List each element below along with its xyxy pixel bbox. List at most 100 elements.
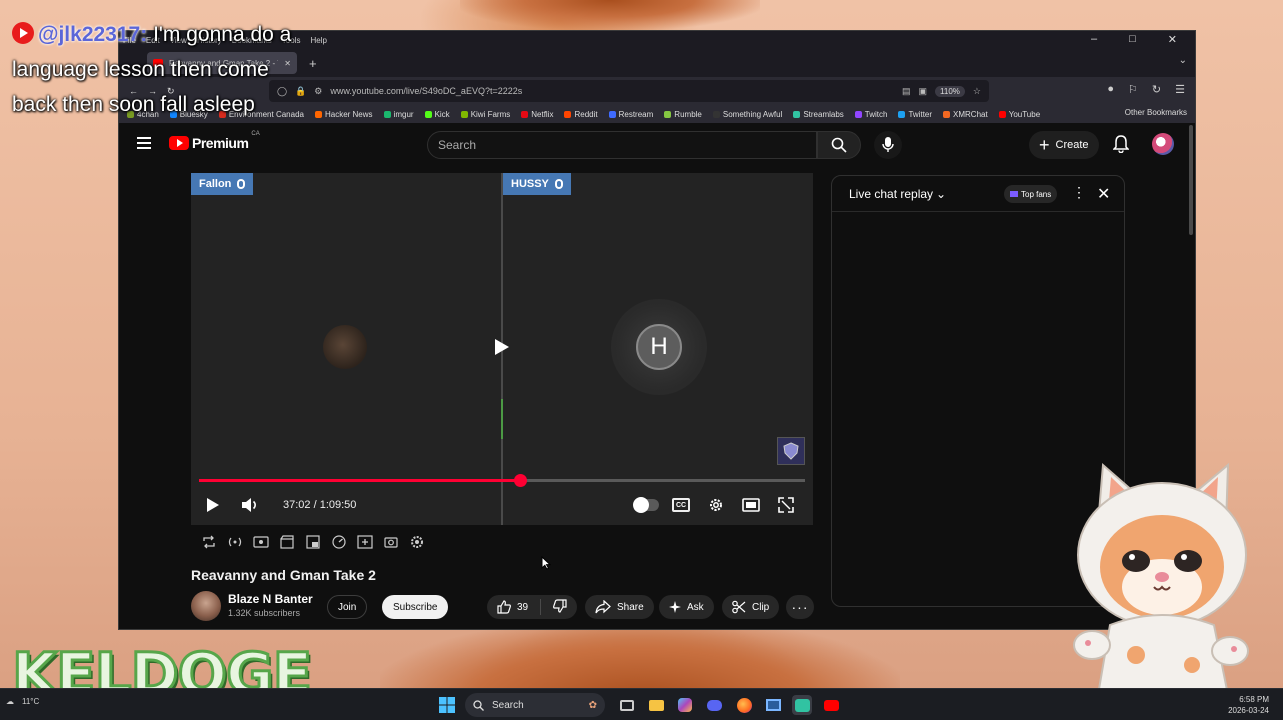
create-button[interactable]: + Create — [1029, 131, 1099, 159]
account-avatar[interactable] — [1152, 133, 1174, 155]
streamlabs-button[interactable] — [792, 695, 812, 715]
permissions-icon[interactable]: ⚙ — [314, 86, 322, 97]
volume-button[interactable] — [239, 491, 261, 519]
like-button[interactable]: 39 — [497, 600, 528, 614]
other-bookmarks-folder[interactable]: Other Bookmarks — [1125, 108, 1187, 117]
play-button[interactable] — [203, 491, 223, 519]
clip-button[interactable]: Clip — [722, 595, 780, 619]
voice-search-button[interactable] — [874, 131, 902, 159]
add-frame-icon[interactable] — [355, 533, 374, 552]
more-actions-button[interactable]: ··· — [786, 595, 814, 619]
channel-name[interactable]: Blaze N Banter — [228, 592, 313, 606]
top-fans-filter[interactable]: Top fans — [1004, 185, 1058, 203]
bookmark-item[interactable]: Kiwi Farms — [460, 110, 510, 119]
theater-mode-button[interactable] — [739, 491, 763, 519]
speed-gauge-icon[interactable] — [329, 533, 348, 552]
minimize-icon[interactable]: – — [1091, 33, 1097, 46]
reader-view-icon[interactable]: ▤ — [902, 86, 911, 97]
zoom-level[interactable]: 110% — [935, 85, 965, 97]
youtube-premium-logo[interactable]: Premium CA — [169, 131, 260, 151]
dislike-button[interactable] — [553, 598, 567, 616]
progress-scrubber[interactable] — [514, 474, 528, 487]
loop-icon[interactable] — [199, 533, 218, 552]
subscribe-button[interactable]: Subscribe — [382, 595, 449, 619]
broadcast-icon[interactable] — [225, 533, 244, 552]
search-button[interactable] — [817, 131, 861, 159]
bookmark-label: Twitter — [908, 109, 933, 119]
firefox-button[interactable] — [734, 695, 754, 715]
extensions-icon[interactable]: ⚐ — [1128, 83, 1138, 96]
bookmark-item[interactable]: Twitter — [898, 110, 932, 119]
scissors-icon — [732, 600, 746, 614]
bookmark-item[interactable]: Reddit — [564, 109, 598, 119]
page-scrollbar[interactable] — [1189, 125, 1193, 235]
app-menu-icon[interactable]: ☰ — [1175, 83, 1185, 96]
settings-button[interactable] — [704, 491, 728, 519]
bookmark-item[interactable]: Something Awful — [712, 110, 782, 119]
app-button-blue[interactable] — [763, 695, 783, 715]
hamburger-menu-icon[interactable] — [137, 137, 151, 152]
menu-help[interactable]: Help — [310, 36, 326, 45]
bookmark-favicon-icon — [998, 110, 1006, 118]
weather-widget[interactable]: ☁ 11°C — [6, 697, 39, 706]
youtube-app-button[interactable] — [821, 695, 841, 715]
account-icon[interactable]: ● — [1107, 83, 1114, 96]
taskbar-search[interactable]: Search ✿ — [465, 693, 605, 717]
file-explorer-button[interactable] — [646, 695, 666, 715]
bookmark-item[interactable]: XMRChat — [943, 110, 988, 119]
bookmark-item[interactable]: Hacker News — [314, 110, 373, 119]
eye-filter-icon[interactable] — [251, 533, 270, 552]
close-window-icon[interactable]: ✕ — [1168, 33, 1177, 46]
sync-icon[interactable]: ↻ — [1152, 83, 1161, 96]
bookmark-item[interactable]: Rumble — [664, 110, 702, 119]
channel-watermark — [777, 437, 805, 465]
extension-settings-gear-icon[interactable] — [407, 533, 426, 552]
fullscreen-button[interactable] — [774, 491, 798, 519]
pip-icon[interactable]: ▣ — [919, 86, 928, 97]
address-bar[interactable]: ◯ 🔒 ⚙ www.youtube.com/live/S49oDC_aEVQ?t… — [269, 80, 989, 102]
bookmark-item[interactable]: Restream — [608, 110, 653, 119]
bookmark-label: Reddit — [574, 109, 598, 119]
discord-button[interactable] — [704, 695, 724, 715]
task-view-button[interactable] — [617, 695, 637, 715]
youtube-header: Premium CA Search + Create — [119, 123, 1195, 167]
youtube-badge-icon — [12, 22, 34, 44]
bookmark-item[interactable]: YouTube — [998, 110, 1040, 119]
captions-button[interactable]: CC — [669, 491, 693, 519]
tab-list-chevron-icon[interactable]: ⌄ — [1179, 55, 1187, 66]
video-player[interactable]: Fallon HUSSY H 37:02 / 1:09:50 CC — [191, 173, 813, 525]
url-text[interactable]: www.youtube.com/live/S49oDC_aEVQ?t=2222s — [330, 86, 894, 96]
maximize-icon[interactable]: □ — [1129, 33, 1136, 46]
bookmark-item[interactable]: Twitch — [854, 110, 887, 119]
ask-button[interactable]: Ask — [659, 595, 714, 619]
center-play-icon[interactable] — [495, 339, 509, 355]
more-vertical-icon[interactable]: ⋮ — [1072, 185, 1086, 199]
notifications-bell-icon[interactable] — [1112, 135, 1130, 158]
close-chat-icon[interactable]: ✕ — [1097, 184, 1110, 204]
taskbar-clock[interactable]: 6:58 PM 2026-03-24 — [1228, 694, 1269, 716]
bookmark-item[interactable]: Streamlabs — [793, 110, 844, 119]
popout-player-icon[interactable] — [303, 533, 322, 552]
start-button[interactable] — [437, 695, 457, 715]
bookmark-favicon-icon — [314, 110, 322, 118]
wallpaper-art-top — [460, 0, 760, 30]
autoplay-toggle[interactable] — [633, 491, 661, 519]
participant-tag-left: Fallon — [191, 173, 254, 195]
channel-avatar[interactable] — [191, 591, 221, 621]
search-highlight-icon: ✿ — [588, 699, 597, 711]
country-code: CA — [251, 131, 260, 137]
share-button[interactable]: Share — [585, 595, 654, 619]
screenshot-camera-icon[interactable] — [381, 533, 400, 552]
progress-bar[interactable] — [199, 474, 805, 487]
search-input[interactable]: Search — [427, 131, 817, 159]
copilot-button[interactable] — [675, 695, 695, 715]
bookmark-star-icon[interactable]: ☆ — [973, 86, 981, 97]
live-chat-header: Live chat replay ⌄ Top fans ⋮ ✕ — [832, 176, 1124, 212]
chat-mode-dropdown[interactable]: Live chat replay ⌄ — [849, 187, 946, 201]
bookmark-item[interactable]: Kick — [424, 110, 450, 119]
bookmark-favicon-icon — [521, 110, 529, 118]
clapperboard-icon[interactable] — [277, 533, 296, 552]
bookmark-item[interactable]: Netflix — [521, 110, 553, 119]
bookmark-item[interactable]: imgur — [383, 110, 414, 119]
join-button[interactable]: Join — [327, 595, 368, 619]
